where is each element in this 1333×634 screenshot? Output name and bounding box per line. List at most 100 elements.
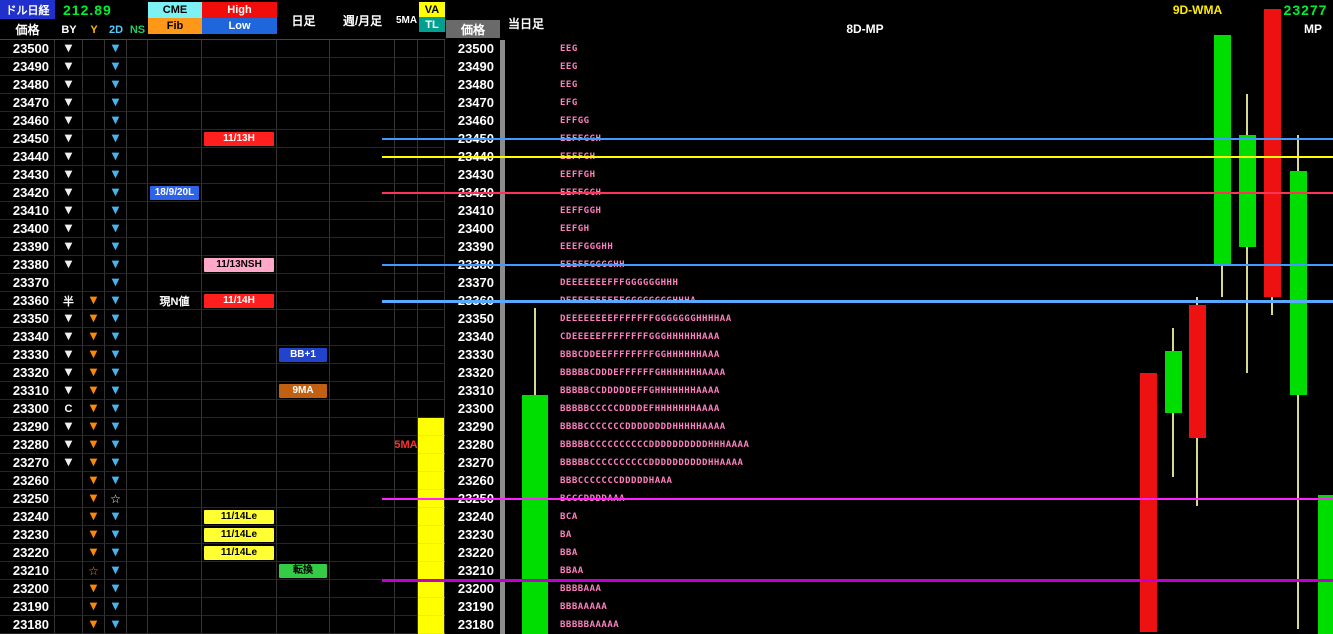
cell-c6-23330[interactable] [202, 346, 277, 364]
cell-c7-23440[interactable] [277, 148, 330, 166]
cell-c9-23400[interactable] [395, 220, 418, 238]
cell-by-23290[interactable]: ▼ [55, 418, 83, 436]
cell-c10-23220[interactable] [418, 544, 445, 562]
cell-c9-23290[interactable] [395, 418, 418, 436]
cell-y-23310[interactable]: ▼ [83, 382, 105, 400]
cell-c10-23190[interactable] [418, 598, 445, 616]
cell-c9-23220[interactable] [395, 544, 418, 562]
cell-c6-23380[interactable]: 11/13NSH [202, 256, 277, 274]
cell-c7-23340[interactable] [277, 328, 330, 346]
cell-by-23250[interactable] [55, 490, 83, 508]
cell-c10-23300[interactable] [418, 400, 445, 418]
cell-d2-23440[interactable]: ▼ [105, 148, 127, 166]
price-label-23450[interactable]: 23450 [0, 130, 55, 148]
cell-c7-23260[interactable] [277, 472, 330, 490]
cell-c6-23240[interactable]: 11/14Le [202, 508, 277, 526]
cell-c7-23350[interactable] [277, 310, 330, 328]
cell-by-23280[interactable]: ▼ [55, 436, 83, 454]
cell-c10-23350[interactable] [418, 310, 445, 328]
mid-price-23280[interactable]: 23280 [445, 436, 500, 454]
cell-c6-23270[interactable] [202, 454, 277, 472]
cell-ns-23320[interactable] [127, 364, 148, 382]
mid-price-23400[interactable]: 23400 [445, 220, 500, 238]
cell-c10-23430[interactable] [418, 166, 445, 184]
price-label-23280[interactable]: 23280 [0, 436, 55, 454]
cell-c6-23390[interactable] [202, 238, 277, 256]
cell-by-23500[interactable]: ▼ [55, 40, 83, 58]
cell-y-23490[interactable] [83, 58, 105, 76]
cell-c9-23230[interactable] [395, 526, 418, 544]
cell-c9-23410[interactable] [395, 202, 418, 220]
cell-y-23300[interactable]: ▼ [83, 400, 105, 418]
cell-c8-23460[interactable] [330, 112, 395, 130]
cell-c10-23370[interactable] [418, 274, 445, 292]
cell-y-23370[interactable] [83, 274, 105, 292]
cell-ns-23460[interactable] [127, 112, 148, 130]
cell-c5-23230[interactable] [148, 526, 202, 544]
cell-c8-23190[interactable] [330, 598, 395, 616]
price-label-23260[interactable]: 23260 [0, 472, 55, 490]
cell-ns-23280[interactable] [127, 436, 148, 454]
cell-d2-23190[interactable]: ▼ [105, 598, 127, 616]
cell-ns-23390[interactable] [127, 238, 148, 256]
price-label-23220[interactable]: 23220 [0, 544, 55, 562]
cell-c8-23300[interactable] [330, 400, 395, 418]
cell-ns-23310[interactable] [127, 382, 148, 400]
cell-c5-23310[interactable] [148, 382, 202, 400]
cell-c8-23260[interactable] [330, 472, 395, 490]
cell-c10-23210[interactable] [418, 562, 445, 580]
cell-by-23300[interactable]: C [55, 400, 83, 418]
cell-c5-23220[interactable] [148, 544, 202, 562]
cell-d2-23380[interactable]: ▼ [105, 256, 127, 274]
cell-c5-23440[interactable] [148, 148, 202, 166]
cell-d2-23400[interactable]: ▼ [105, 220, 127, 238]
cell-d2-23480[interactable]: ▼ [105, 76, 127, 94]
cell-c5-23330[interactable] [148, 346, 202, 364]
cell-c8-23200[interactable] [330, 580, 395, 598]
cell-c5-23470[interactable] [148, 94, 202, 112]
cell-d2-23360[interactable]: ▼ [105, 292, 127, 310]
cell-y-23380[interactable] [83, 256, 105, 274]
cell-d2-23450[interactable]: ▼ [105, 130, 127, 148]
cell-c5-23340[interactable] [148, 328, 202, 346]
cell-c8-23490[interactable] [330, 58, 395, 76]
cell-c9-23310[interactable] [395, 382, 418, 400]
cell-by-23470[interactable]: ▼ [55, 94, 83, 112]
cell-c8-23290[interactable] [330, 418, 395, 436]
cell-c6-23430[interactable] [202, 166, 277, 184]
cell-by-23370[interactable] [55, 274, 83, 292]
cell-c6-23320[interactable] [202, 364, 277, 382]
price-label-23420[interactable]: 23420 [0, 184, 55, 202]
cell-d2-23490[interactable]: ▼ [105, 58, 127, 76]
price-label-23290[interactable]: 23290 [0, 418, 55, 436]
cell-c9-23470[interactable] [395, 94, 418, 112]
cell-c8-23390[interactable] [330, 238, 395, 256]
cell-y-23230[interactable]: ▼ [83, 526, 105, 544]
cell-d2-23460[interactable]: ▼ [105, 112, 127, 130]
cell-by-23390[interactable]: ▼ [55, 238, 83, 256]
cell-y-23180[interactable]: ▼ [83, 616, 105, 634]
cell-c9-23430[interactable] [395, 166, 418, 184]
mid-price-23330[interactable]: 23330 [445, 346, 500, 364]
cell-ns-23380[interactable] [127, 256, 148, 274]
cell-y-23190[interactable]: ▼ [83, 598, 105, 616]
price-label-23200[interactable]: 23200 [0, 580, 55, 598]
cell-by-23340[interactable]: ▼ [55, 328, 83, 346]
cell-c9-23480[interactable] [395, 76, 418, 94]
cell-c8-23280[interactable] [330, 436, 395, 454]
cell-c9-23320[interactable] [395, 364, 418, 382]
cell-c10-23480[interactable] [418, 76, 445, 94]
cell-c6-23180[interactable] [202, 616, 277, 634]
cell-by-23190[interactable] [55, 598, 83, 616]
cell-c8-23350[interactable] [330, 310, 395, 328]
cell-c8-23330[interactable] [330, 346, 395, 364]
cell-ns-23290[interactable] [127, 418, 148, 436]
price-label-23400[interactable]: 23400 [0, 220, 55, 238]
cell-y-23280[interactable]: ▼ [83, 436, 105, 454]
cell-ns-23360[interactable] [127, 292, 148, 310]
price-label-23240[interactable]: 23240 [0, 508, 55, 526]
cell-c7-23190[interactable] [277, 598, 330, 616]
cell-d2-23210[interactable]: ▼ [105, 562, 127, 580]
mid-price-23430[interactable]: 23430 [445, 166, 500, 184]
cell-c7-23430[interactable] [277, 166, 330, 184]
